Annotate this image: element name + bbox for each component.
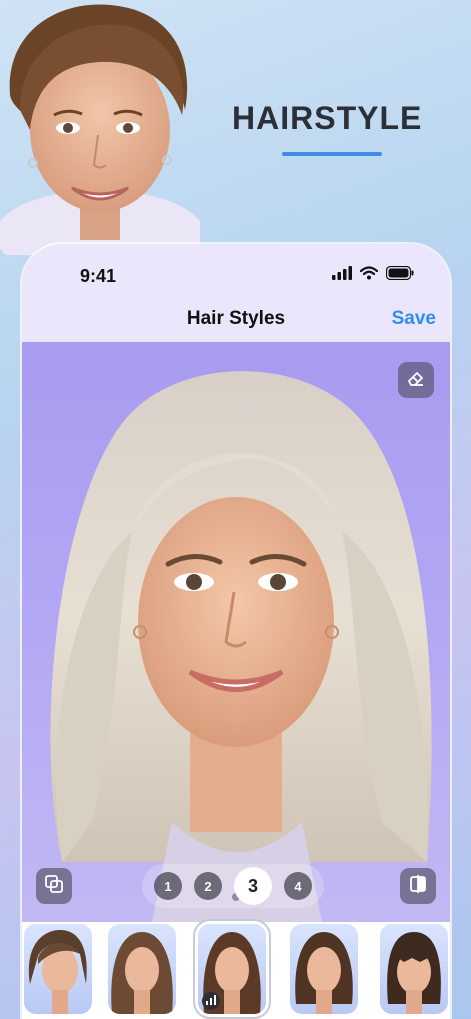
hero-portrait — [0, 0, 200, 255]
hairstyle-thumbnails — [22, 922, 450, 1019]
save-button[interactable]: Save — [392, 308, 436, 330]
promo-title-underline — [282, 152, 382, 156]
variant-stepper: 1 2 3 4 — [142, 864, 324, 908]
nav-bar: Hair Styles Save — [22, 302, 450, 342]
hairstyle-thumb-5[interactable] — [380, 924, 448, 1014]
portrait-image — [50, 371, 432, 922]
layers-button[interactable] — [36, 868, 72, 904]
promo-title: HAIRSTYLE — [232, 100, 423, 136]
preview-photo — [22, 342, 450, 922]
battery-icon — [385, 265, 414, 285]
step-1[interactable]: 1 — [154, 872, 182, 900]
layers-icon — [44, 874, 64, 899]
edit-toolbar: 1 2 3 4 — [22, 864, 450, 908]
wifi-icon — [359, 266, 379, 285]
page-title: Hair Styles — [186, 308, 286, 329]
status-time: 9:41 — [80, 266, 117, 286]
signal-icon — [206, 992, 216, 1010]
status-bar: 9:41 — [22, 244, 450, 302]
hairstyle-thumb-3[interactable] — [198, 924, 266, 1014]
compare-button[interactable] — [400, 868, 436, 904]
compare-icon — [408, 874, 428, 899]
step-3[interactable]: 3 — [234, 867, 272, 905]
signal-icon — [332, 266, 352, 285]
signal-badge — [202, 992, 220, 1010]
step-2[interactable]: 2 — [194, 872, 222, 900]
hairstyle-thumb-2[interactable] — [108, 924, 176, 1014]
phone-screen: 9:41 Hair Styles Save 1 2 3 4 — [22, 244, 450, 1019]
eraser-button[interactable] — [398, 362, 434, 398]
status-icons — [332, 265, 414, 285]
hairstyle-thumb-1[interactable] — [24, 924, 92, 1014]
step-4[interactable]: 4 — [284, 872, 312, 900]
hairstyle-thumb-4[interactable] — [290, 924, 358, 1014]
eraser-icon — [406, 368, 426, 393]
